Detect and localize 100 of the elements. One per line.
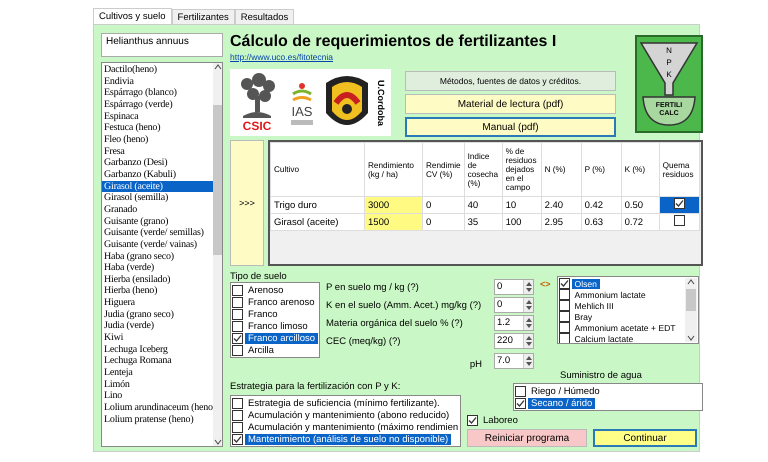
list-item[interactable]: Acumulación y mantenimiento (máximo rendimien	[245, 422, 462, 432]
species-name-field[interactable]: Helianthus annuus	[101, 33, 223, 57]
checkbox[interactable]	[558, 289, 570, 300]
checkbox[interactable]	[232, 398, 243, 408]
checkbox[interactable]	[515, 398, 526, 408]
crop-list-item[interactable]: Haba (grano seco)	[102, 250, 213, 262]
scrollbar-thumb[interactable]	[212, 104, 222, 254]
checkbox[interactable]	[467, 414, 478, 426]
crop-list-item[interactable]: Guisante (verde/ vainas)	[102, 238, 213, 250]
number-field[interactable]: 7.0	[494, 352, 534, 368]
spinner-arrows-icon[interactable]	[526, 354, 532, 366]
crop-list-item[interactable]: Lechuga Romana	[102, 355, 213, 368]
tab[interactable]: Fertilizantes	[172, 9, 235, 24]
list-item[interactable]: Franco limoso	[245, 320, 311, 332]
crop-list-item[interactable]: Fleo (heno)	[102, 134, 213, 146]
spinner-arrows-icon[interactable]	[526, 317, 532, 329]
spinner-arrows-icon[interactable]	[526, 335, 532, 347]
list-item[interactable]: Franco arenoso	[245, 296, 318, 308]
crop-list-item[interactable]: Espinaca	[102, 110, 213, 122]
list-item[interactable]: Estrategia de suficiencia (mínimo fertilizante).	[245, 398, 443, 408]
action-button[interactable]: Continuar	[593, 429, 697, 447]
number-field[interactable]: 0	[494, 279, 534, 295]
number-field[interactable]: 0	[494, 297, 534, 313]
list-item[interactable]: Arenoso	[245, 284, 286, 296]
crop-list-item[interactable]: Guisante (grano)	[102, 216, 213, 228]
spinner-arrows-icon[interactable]	[526, 281, 532, 293]
list-item[interactable]: Calcium lactate	[572, 334, 636, 343]
crop-list-item[interactable]: Espárrago (blanco)	[102, 87, 213, 99]
scroll-down-icon[interactable]	[214, 438, 222, 446]
crop-list-item[interactable]: Judia (grano seco)	[102, 308, 213, 320]
add-crop-button[interactable]: >>>	[230, 140, 264, 266]
checkbox[interactable]	[558, 300, 570, 311]
list-item[interactable]: Franco	[245, 308, 281, 320]
checkbox-cell[interactable]	[659, 214, 700, 230]
list-item[interactable]: Mantenimiento (análisis de suelo no disponible)	[245, 434, 452, 444]
list-item[interactable]: Secano / árido	[528, 398, 596, 408]
list-item[interactable]: Ammonium acetate + EDT	[572, 322, 679, 332]
number-field[interactable]: 220	[494, 333, 534, 349]
crop-list-item[interactable]: Girasol (semilla)	[102, 192, 213, 204]
info-button[interactable]: Material de lectura (pdf)	[405, 94, 616, 114]
scroll-down-icon[interactable]	[686, 334, 695, 342]
crop-list-item[interactable]: Lenteja	[102, 367, 213, 379]
crop-list-item[interactable]: Granado	[102, 204, 213, 216]
crop-list-item[interactable]: Kiwi	[102, 332, 213, 344]
scrollbar-thumb[interactable]	[686, 289, 696, 311]
crop-list-item[interactable]: Festuca (heno)	[102, 122, 213, 134]
list-item[interactable]: Ammonium lactate	[572, 290, 649, 300]
spinner-arrows-icon[interactable]	[526, 299, 532, 311]
checkbox[interactable]	[232, 284, 243, 296]
checkbox[interactable]	[558, 333, 570, 343]
checkbox-cell[interactable]	[659, 196, 700, 214]
list-item[interactable]: Olsen	[572, 278, 600, 288]
scroll-up-icon[interactable]	[686, 278, 695, 286]
list-item[interactable]: Arcilla	[245, 344, 277, 356]
crop-list-item[interactable]: Garbanzo (Desi)	[102, 157, 213, 169]
checkbox[interactable]	[232, 332, 243, 344]
checkbox[interactable]	[232, 344, 243, 356]
crop-list-item[interactable]: Guisante (verde/ semillas)	[102, 227, 213, 239]
tab[interactable]: Cultivos y suelo	[93, 8, 172, 24]
list-item[interactable]: Bray	[572, 312, 596, 322]
crop-list-item[interactable]: Garbanzo (Kabuli)	[102, 168, 213, 181]
checkbox[interactable]	[232, 320, 243, 332]
checkbox[interactable]	[558, 311, 570, 322]
crop-list-item[interactable]: Endivia	[102, 76, 213, 88]
crop-list-item[interactable]: Limón	[102, 378, 213, 390]
method-link[interactable]: <>	[540, 271, 551, 370]
checkbox[interactable]	[558, 278, 570, 289]
list-item[interactable]: Acumulación y mantenimiento (abono reducido)	[245, 410, 452, 420]
checkbox[interactable]	[515, 386, 526, 396]
number-field[interactable]: 1.2	[494, 315, 534, 331]
crop-list-item[interactable]: Lolium arundinaceum (heno	[102, 402, 213, 414]
checkbox[interactable]	[674, 198, 685, 209]
crop-list-item[interactable]: Fresa	[102, 146, 213, 158]
scroll-up-icon[interactable]	[214, 63, 222, 71]
checkbox[interactable]	[232, 308, 243, 320]
crop-list-item[interactable]: Dactilo(heno)	[102, 64, 213, 76]
checkbox[interactable]	[232, 422, 243, 432]
crop-list-item[interactable]: Hierba (heno)	[102, 285, 213, 298]
crop-list-item[interactable]: Girasol (aceite)	[102, 180, 213, 192]
crop-list-item[interactable]: Espárrago (verde)	[102, 98, 213, 111]
list-item[interactable]: Franco arcilloso	[245, 332, 318, 344]
crop-list-item[interactable]: Judia (verde)	[102, 320, 213, 332]
info-button[interactable]: Métodos, fuentes de datos y créditos.	[405, 71, 616, 91]
crop-list-item[interactable]: Lechuga Iceberg	[102, 344, 213, 356]
crop-list-item[interactable]: Lino	[102, 390, 213, 402]
list-item[interactable]: Riego / Húmedo	[528, 386, 603, 396]
website-link[interactable]: http://www.uco.es/fitotecnia	[230, 52, 333, 62]
checkbox[interactable]	[558, 322, 570, 333]
list-item[interactable]: Mehlich III	[572, 300, 617, 310]
checkbox[interactable]	[232, 434, 243, 444]
action-button[interactable]: Reiniciar programa	[467, 429, 587, 447]
checkbox[interactable]	[674, 215, 685, 226]
tab[interactable]: Resultados	[234, 9, 294, 24]
crop-list-item[interactable]: Hierba (ensilado)	[102, 274, 213, 286]
checkbox[interactable]	[232, 296, 243, 308]
crop-list-item[interactable]: Haba (verde)	[102, 262, 213, 274]
checkbox[interactable]	[232, 410, 243, 420]
crop-list-item[interactable]: Higuera	[102, 297, 213, 309]
info-button[interactable]: Manual (pdf)	[405, 117, 616, 137]
crop-list-item[interactable]: Lolium pratense (heno)	[102, 414, 213, 426]
